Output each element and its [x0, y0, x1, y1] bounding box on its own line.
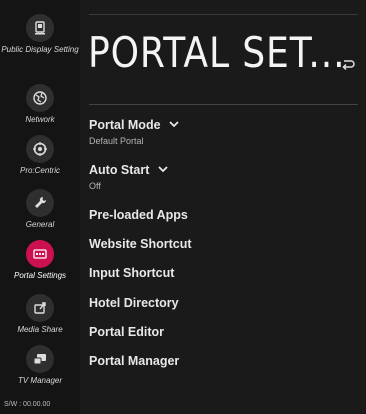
menu-item-label: Portal Mode — [89, 118, 161, 132]
sidebar-item-label: Media Share — [17, 325, 63, 334]
software-version: S/W : 00.00.00 — [4, 401, 51, 408]
tv-manager-icon — [26, 345, 54, 373]
menu-item-input-shortcut[interactable]: Input Shortcut — [89, 264, 174, 282]
network-globe-icon — [26, 84, 54, 112]
menu-item-portal-manager[interactable]: Portal Manager — [89, 352, 179, 370]
sidebar-item-general[interactable]: General — [0, 189, 80, 230]
back-arrow-icon — [342, 60, 355, 71]
menu-item-label: Hotel Directory — [89, 296, 179, 310]
divider — [89, 14, 358, 15]
menu-item-label: Input Shortcut — [89, 266, 175, 280]
menu-item-value: Default Portal — [89, 136, 144, 146]
sidebar-item-network[interactable]: Network — [0, 84, 80, 125]
menu-item-auto-start[interactable]: Auto Start Off — [89, 161, 168, 191]
sidebar-item-label: General — [25, 220, 55, 229]
page-title: PORTAL SET... — [88, 28, 346, 77]
menu-item-pre-loaded-apps[interactable]: Pre-loaded Apps — [89, 206, 188, 224]
menu-item-portal-editor[interactable]: Portal Editor — [89, 323, 164, 341]
chevron-down-icon — [158, 166, 168, 173]
menu-item-hotel-directory[interactable]: Hotel Directory — [89, 294, 179, 312]
sidebar-item-label: Portal Settings — [13, 271, 67, 280]
sidebar-item-public-display-setting[interactable]: Public Display Setting — [0, 14, 80, 55]
sidebar-item-portal-settings[interactable]: Portal Settings — [0, 240, 80, 281]
chevron-down-icon — [169, 121, 179, 128]
wrench-icon — [26, 189, 54, 217]
sidebar-item-media-share[interactable]: Media Share — [0, 294, 80, 335]
divider — [89, 104, 358, 105]
sidebar-item-label: Pro:Centric — [19, 166, 60, 175]
sidebar-item-label: Network — [25, 115, 55, 124]
sidebar: Public Display Setting Network Pro:Centr… — [0, 0, 80, 414]
menu-item-label: Portal Manager — [89, 354, 180, 368]
menu-item-label: Portal Editor — [89, 325, 165, 339]
media-share-icon — [26, 294, 54, 322]
sidebar-item-label: TV Manager — [17, 376, 63, 385]
menu-item-label: Pre-loaded Apps — [89, 208, 188, 222]
menu-item-portal-mode[interactable]: Portal Mode Default Portal — [89, 116, 179, 146]
sidebar-item-pro-centric[interactable]: Pro:Centric — [0, 135, 80, 176]
menu-item-value: Off — [89, 181, 101, 191]
menu-item-website-shortcut[interactable]: Website Shortcut — [89, 235, 192, 253]
menu-item-label: Auto Start — [89, 163, 150, 177]
display-setting-icon — [26, 14, 54, 42]
procentric-icon — [26, 135, 54, 163]
sidebar-item-label: Public Display Setting — [1, 45, 79, 54]
menu-item-label: Website Shortcut — [89, 237, 192, 251]
back-button[interactable] — [340, 58, 356, 72]
portal-icon — [26, 240, 54, 268]
sidebar-item-tv-manager[interactable]: TV Manager — [0, 345, 80, 386]
main-panel: PORTAL SET... Portal Mode Default Portal… — [80, 0, 366, 414]
